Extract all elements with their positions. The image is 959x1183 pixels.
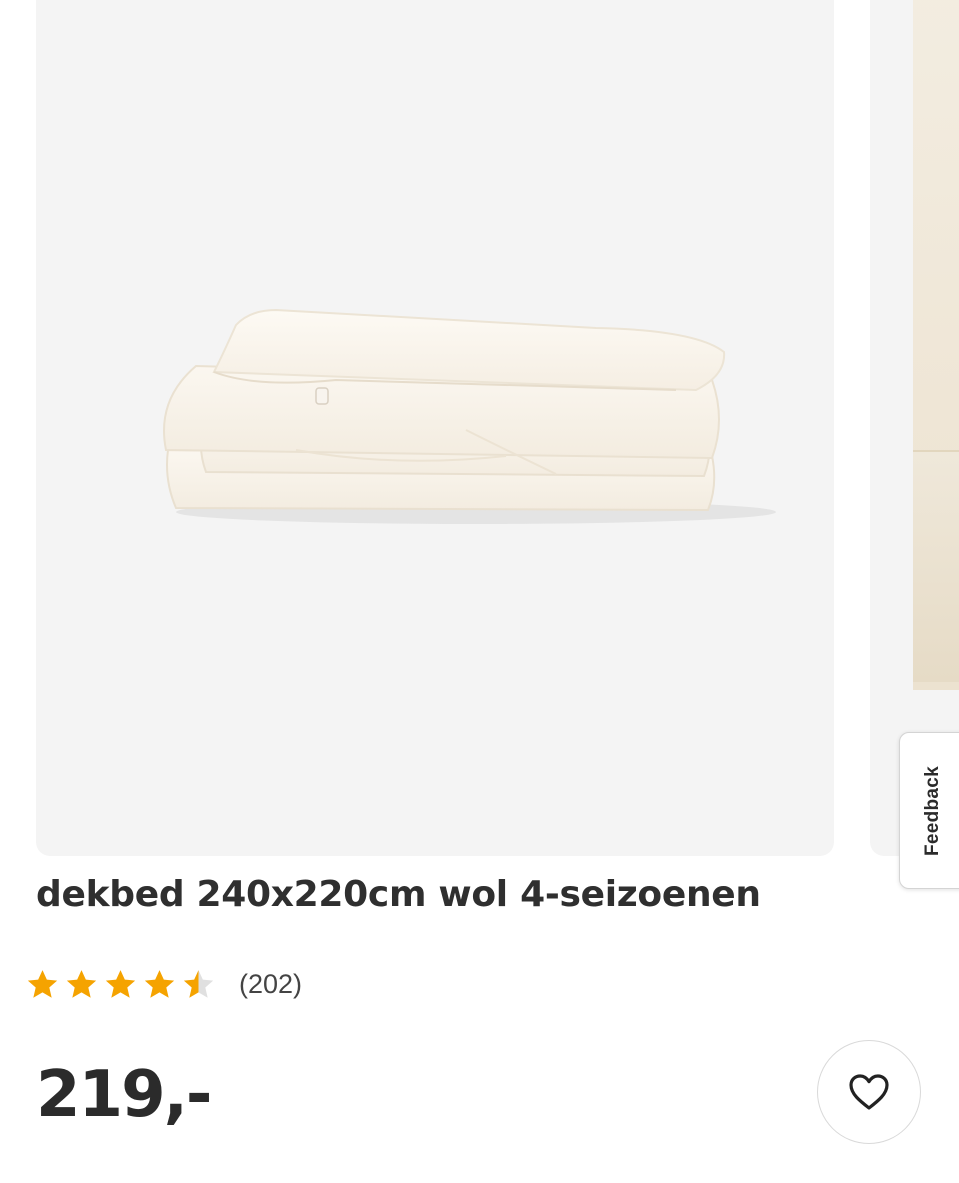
review-count: (202): [239, 968, 303, 999]
product-title: dekbed 240x220cm wol 4-seizoenen: [36, 874, 761, 915]
star-icon: [26, 968, 59, 1000]
heart-icon: [849, 1074, 889, 1110]
star-icon: [143, 968, 176, 1000]
product-price: 219,-: [36, 1058, 212, 1132]
product-rating[interactable]: (202): [26, 964, 302, 1004]
feedback-tab[interactable]: Feedback: [899, 732, 959, 889]
wishlist-button[interactable]: [817, 1040, 921, 1144]
star-icon: [104, 968, 137, 1000]
star-icon: [65, 968, 98, 1000]
next-product-image[interactable]: [870, 0, 959, 856]
product-image-carousel[interactable]: [0, 0, 959, 856]
rating-stars: [26, 968, 215, 1000]
feedback-label: Feedback: [922, 765, 943, 857]
product-image[interactable]: [36, 0, 834, 856]
duvet-illustration: [163, 308, 776, 524]
star-icon: [182, 968, 215, 1000]
